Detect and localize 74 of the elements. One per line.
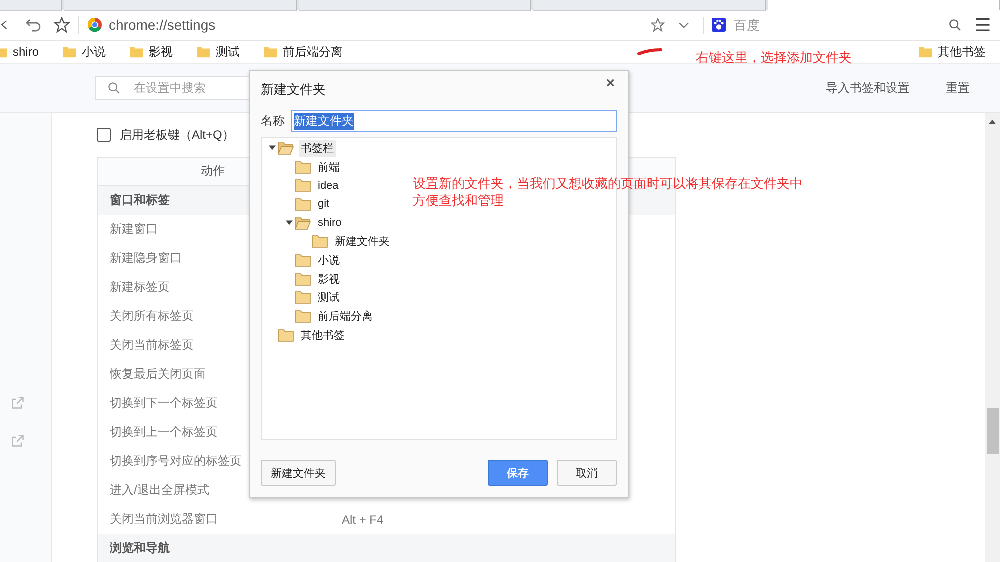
bookmark-folder[interactable]: 影视 xyxy=(130,44,174,60)
action-name: 切换到下一个标签页 xyxy=(110,395,218,412)
bookmark-folder[interactable]: shiro xyxy=(0,45,40,59)
bookmark-folder[interactable]: 其他书签 xyxy=(919,44,986,60)
section-header: 浏览和导航 xyxy=(98,534,675,562)
folder-icon xyxy=(295,198,311,211)
action-name: 新建隐身窗口 xyxy=(110,250,182,267)
action-name: 切换到上一个标签页 xyxy=(110,424,218,441)
dialog-button[interactable]: 取消 xyxy=(557,460,617,486)
open-folder-icon xyxy=(278,142,294,155)
address-field[interactable]: chrome://settings xyxy=(109,17,639,33)
folder-icon xyxy=(295,310,311,324)
folder-icon xyxy=(295,291,311,304)
folder-icon xyxy=(295,254,311,267)
annotation-text: 方便查找和管理 xyxy=(413,192,504,209)
tree-item[interactable]: idea xyxy=(316,178,341,193)
folder-icon xyxy=(197,46,210,58)
action-name: 新建标签页 xyxy=(110,279,170,296)
tree-item[interactable]: 书签栏 xyxy=(299,140,336,157)
action-name: 关闭当前标签页 xyxy=(110,337,194,354)
action-name: 关闭当前浏览器窗口 xyxy=(110,511,218,528)
tree-item[interactable]: 小说 xyxy=(316,252,342,269)
folder-icon xyxy=(295,179,311,192)
star-icon[interactable] xyxy=(651,18,665,32)
action-name: 切换到序号对应的标签页 xyxy=(110,453,242,470)
search-field[interactable]: 百度 xyxy=(732,16,942,34)
annotation-text: 设置新的文件夹，当我们又想收藏的页面时可以将其保存在文件夹中 xyxy=(413,175,803,192)
scroll-arrow-icon[interactable] xyxy=(989,119,996,124)
tree-item[interactable]: 其他书签 xyxy=(299,326,347,344)
menu-icon[interactable] xyxy=(974,16,992,34)
bookmark-folder[interactable]: 小说 xyxy=(63,44,106,60)
tree-item[interactable]: 测试 xyxy=(316,289,342,306)
folder-icon xyxy=(264,46,278,58)
tree-item[interactable]: git xyxy=(316,197,332,212)
action-name: 新建窗口 xyxy=(110,221,158,238)
marker-stroke xyxy=(637,48,663,56)
folder-icon xyxy=(312,235,328,248)
action-name: 恢复最后关闭页面 xyxy=(110,366,206,383)
tree-item[interactable]: 新建文件夹 xyxy=(333,233,392,250)
search-icon xyxy=(107,81,121,95)
checkbox[interactable] xyxy=(97,128,111,142)
expand-arrow-icon[interactable] xyxy=(269,144,276,152)
search-icon[interactable] xyxy=(948,18,962,32)
tree-item[interactable]: shiro xyxy=(316,216,344,230)
close-button[interactable]: × xyxy=(604,74,617,92)
header-link[interactable]: 导入书签和设置 xyxy=(826,80,910,96)
chrome-logo-icon xyxy=(87,17,103,33)
folder-icon xyxy=(919,46,932,58)
dialog-button[interactable]: 新建文件夹 xyxy=(261,460,336,486)
tree-item[interactable]: 前端 xyxy=(316,158,342,176)
folder-icon xyxy=(130,46,144,58)
annotation-text: 右键这里，选择添加文件夹 xyxy=(696,49,852,66)
open-folder-icon xyxy=(295,216,311,230)
action-name: 进入/退出全屏模式 xyxy=(110,482,210,499)
expand-arrow-icon[interactable] xyxy=(286,219,293,226)
tree-item[interactable]: 前后端分离 xyxy=(316,308,375,326)
bookmark-folder[interactable]: 测试 xyxy=(197,44,240,60)
dialog-title: 新建文件夹 xyxy=(261,81,326,99)
folder-icon xyxy=(295,160,311,174)
field-label: 名称 xyxy=(261,112,285,130)
star-icon[interactable] xyxy=(54,17,70,33)
shortcut-key: Alt + F4 xyxy=(342,512,675,526)
scrollbar-thumb[interactable] xyxy=(986,408,998,454)
folder-icon xyxy=(278,328,294,342)
folder-icon xyxy=(63,46,76,58)
header-link[interactable]: 重置 xyxy=(946,80,970,96)
action-name: 关闭所有标签页 xyxy=(110,308,194,325)
paw-icon[interactable] xyxy=(712,18,726,32)
name-field[interactable]: 新建文件夹 xyxy=(291,110,617,132)
folder-icon xyxy=(295,272,311,286)
undo-icon[interactable] xyxy=(26,17,42,33)
checkbox-label: 启用老板键（Alt+Q） xyxy=(120,126,234,144)
tree-item[interactable]: 影视 xyxy=(316,270,342,288)
bookmark-folder[interactable]: 前后端分离 xyxy=(264,44,344,60)
